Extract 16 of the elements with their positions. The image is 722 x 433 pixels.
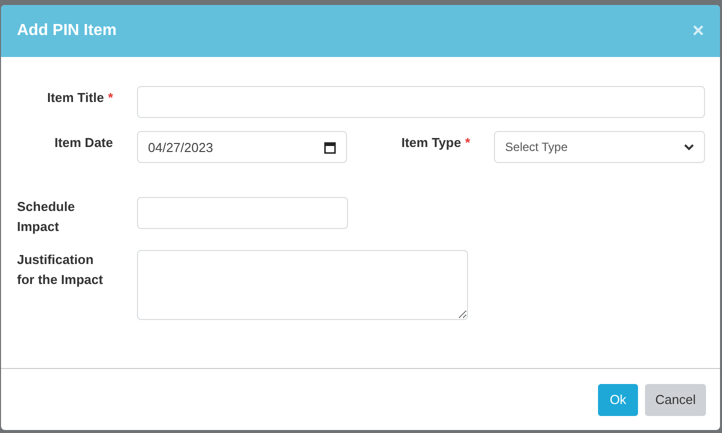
item-title-field[interactable] xyxy=(137,86,705,118)
required-mark: * xyxy=(108,90,113,105)
field-label: Item Type xyxy=(401,135,462,150)
field-label: Item Title xyxy=(47,90,104,105)
justification-field[interactable] xyxy=(137,250,468,320)
field-label: Schedule Impact xyxy=(17,199,75,234)
dialog-title: Add PIN Item xyxy=(17,22,117,40)
cancel-button[interactable]: Cancel xyxy=(645,384,706,416)
chevron-down-icon xyxy=(684,144,694,150)
date-field[interactable]: 04/27/2023 xyxy=(137,131,347,163)
field-label: Justification for the Impact xyxy=(17,252,103,287)
schedule-impact-field[interactable] xyxy=(137,197,348,229)
required-mark: * xyxy=(465,135,470,150)
calendar-icon xyxy=(324,140,336,154)
item-type-dropdown[interactable]: Select Type xyxy=(494,131,705,163)
field-label: Item Date xyxy=(54,135,113,150)
